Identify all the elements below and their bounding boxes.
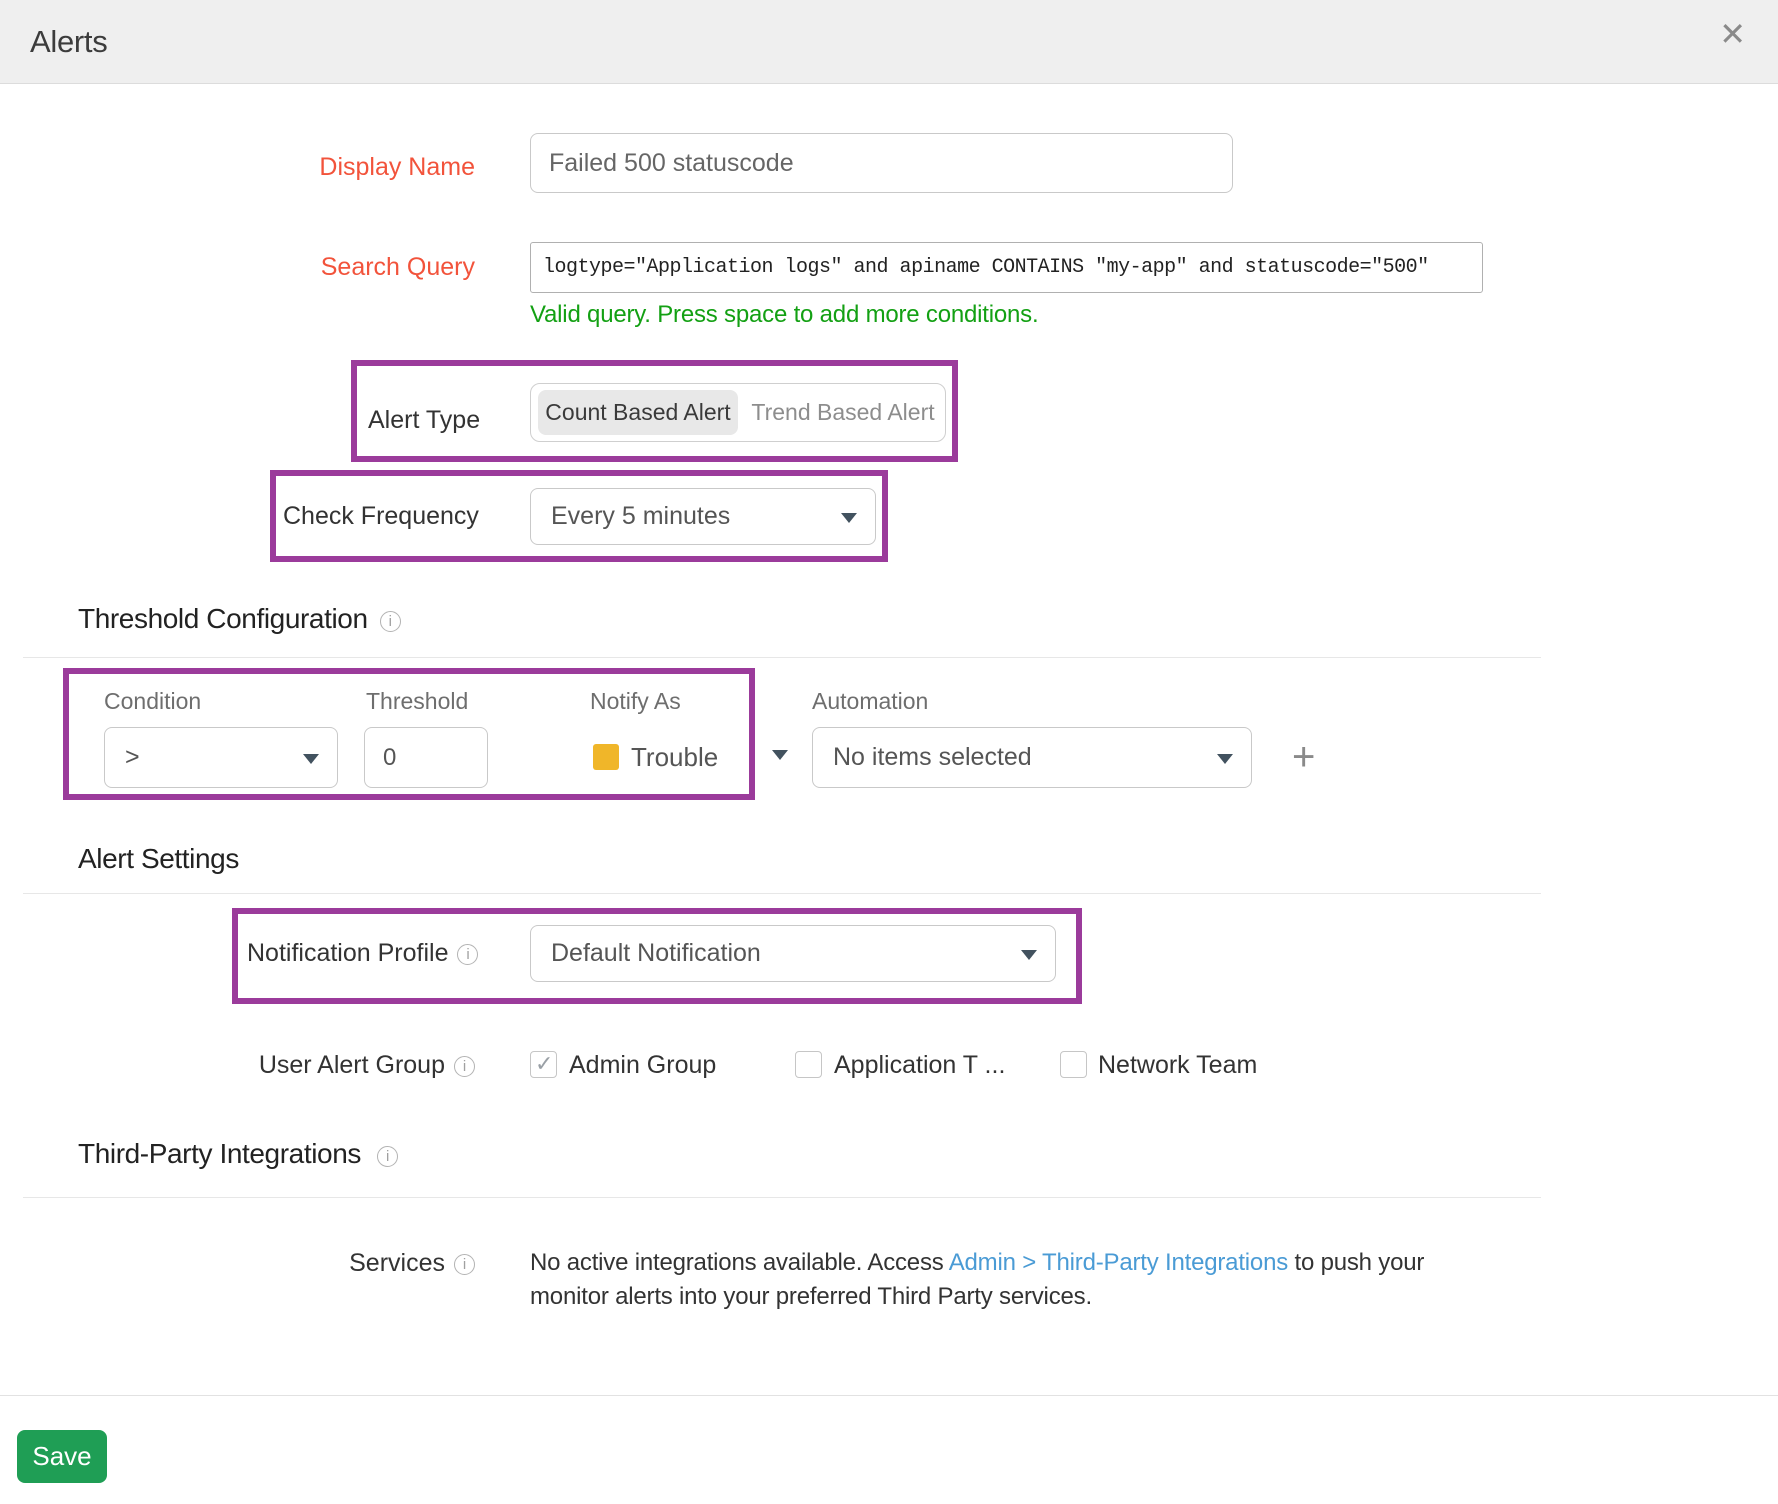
display-name-input[interactable] xyxy=(530,133,1233,193)
alert-settings-heading: Alert Settings xyxy=(78,843,239,875)
trouble-color-swatch xyxy=(593,744,619,770)
user-alert-group-label-text: User Alert Group xyxy=(259,1051,445,1079)
automation-select[interactable]: No items selected xyxy=(812,727,1252,788)
automation-column-label: Automation xyxy=(812,688,928,715)
network-team-checkbox[interactable] xyxy=(1060,1051,1087,1078)
page-title: Alerts xyxy=(30,0,107,84)
services-label: Services xyxy=(0,1248,475,1278)
section-divider xyxy=(23,1197,1541,1198)
info-icon[interactable] xyxy=(454,1254,475,1275)
condition-value: > xyxy=(125,728,293,787)
alert-type-label: Alert Type xyxy=(368,405,480,435)
threshold-configuration-heading: Threshold Configuration xyxy=(78,603,401,635)
section-divider xyxy=(23,893,1541,894)
search-query-input[interactable] xyxy=(530,242,1483,293)
third-party-integrations-title: Third-Party Integrations xyxy=(78,1138,361,1169)
trend-based-alert-option[interactable]: Trend Based Alert xyxy=(743,384,943,441)
condition-column-label: Condition xyxy=(104,688,201,715)
info-icon[interactable] xyxy=(454,1056,475,1077)
check-frequency-value: Every 5 minutes xyxy=(551,489,831,544)
chevron-down-icon xyxy=(841,513,857,523)
notify-as-value: Trouble xyxy=(631,742,718,772)
notify-as-chevron-down-icon[interactable] xyxy=(772,750,788,760)
threshold-column-label: Threshold xyxy=(366,688,468,715)
chevron-down-icon xyxy=(303,754,319,764)
network-team-checkbox-label[interactable]: Network Team xyxy=(1098,1050,1257,1080)
section-divider xyxy=(23,657,1541,658)
services-label-text: Services xyxy=(349,1249,445,1277)
admin-group-checkbox-label[interactable]: Admin Group xyxy=(569,1050,716,1080)
application-team-checkbox[interactable] xyxy=(795,1051,822,1078)
threshold-configuration-title: Threshold Configuration xyxy=(78,603,368,634)
services-text-before: No active integrations available. Access xyxy=(530,1249,949,1276)
notification-profile-label: Notification Profile xyxy=(247,938,478,968)
add-threshold-row-icon[interactable]: + xyxy=(1292,737,1315,777)
save-button[interactable]: Save xyxy=(17,1430,107,1483)
third-party-integrations-link[interactable]: Admin > Third-Party Integrations xyxy=(949,1249,1288,1276)
check-frequency-select[interactable]: Every 5 minutes xyxy=(530,488,876,545)
third-party-integrations-heading: Third-Party Integrations xyxy=(78,1138,398,1170)
automation-value: No items selected xyxy=(833,728,1207,787)
dialog-header: Alerts ✕ xyxy=(0,0,1778,84)
close-icon[interactable]: ✕ xyxy=(1719,15,1746,53)
notification-profile-value: Default Notification xyxy=(551,926,1011,981)
search-query-label: Search Query xyxy=(0,252,475,282)
query-validation-message: Valid query. Press space to add more con… xyxy=(530,301,1038,329)
admin-group-checkbox[interactable] xyxy=(530,1051,557,1078)
notification-profile-label-text: Notification Profile xyxy=(247,939,448,967)
user-alert-group-label: User Alert Group xyxy=(0,1050,475,1080)
application-team-checkbox-label[interactable]: Application T ... xyxy=(834,1050,1005,1080)
check-frequency-label: Check Frequency xyxy=(283,501,479,531)
notify-as-column-label: Notify As xyxy=(590,688,681,715)
info-icon[interactable] xyxy=(377,1146,398,1167)
notification-profile-select[interactable]: Default Notification xyxy=(530,925,1056,982)
count-based-alert-option[interactable]: Count Based Alert xyxy=(538,390,738,435)
footer-divider xyxy=(0,1395,1778,1396)
alerts-dialog: Alerts ✕ Display Name Search Query Valid… xyxy=(0,0,1778,1504)
alert-type-toggle: Count Based Alert Trend Based Alert xyxy=(530,383,946,442)
condition-select[interactable]: > xyxy=(104,727,338,788)
threshold-input[interactable] xyxy=(364,727,488,788)
info-icon[interactable] xyxy=(457,944,478,965)
display-name-label: Display Name xyxy=(0,152,475,182)
chevron-down-icon xyxy=(1217,754,1233,764)
chevron-down-icon xyxy=(1021,950,1037,960)
info-icon[interactable] xyxy=(380,611,401,632)
services-description: No active integrations available. Access… xyxy=(530,1246,1490,1314)
